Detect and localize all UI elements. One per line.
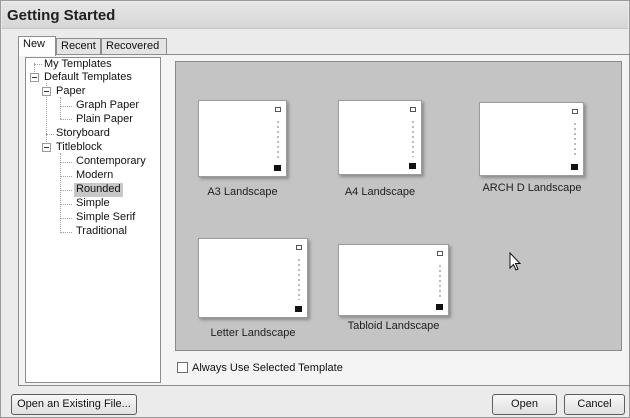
title-block-icon [409, 107, 416, 169]
tree-item-paper[interactable]: Paper [54, 85, 87, 99]
template-label: A4 Landscape [344, 186, 416, 198]
template-thumbnail-a3-landscape[interactable] [198, 100, 287, 177]
tree-item-graph-paper[interactable]: Graph Paper [74, 99, 141, 113]
tree-line [60, 106, 72, 107]
tree-item-default-templates[interactable]: Default Templates [42, 71, 134, 85]
minus-expander-icon[interactable] [42, 87, 51, 96]
tree-item-modern[interactable]: Modern [74, 169, 115, 183]
tree-item-my-templates[interactable]: My Templates [42, 58, 114, 72]
open-existing-file-button[interactable]: Open an Existing File... [11, 394, 137, 415]
template-thumbnail-a4-landscape[interactable] [338, 100, 422, 175]
tree-line [60, 204, 72, 205]
template-tree[interactable]: My Templates Default Templates Paper Gra… [25, 57, 161, 383]
tree-line [60, 232, 72, 233]
tree-item-traditional[interactable]: Traditional [74, 225, 129, 239]
tree-item-titleblock[interactable]: Titleblock [54, 141, 104, 155]
always-use-template-checkbox[interactable] [177, 362, 188, 373]
minus-expander-icon[interactable] [30, 73, 39, 82]
title-block-icon [571, 109, 578, 170]
template-label: Letter Landscape [210, 327, 296, 339]
tree-line [60, 162, 72, 163]
open-button[interactable]: Open [492, 394, 557, 415]
dialog-title: Getting Started [7, 7, 116, 24]
template-label: A3 Landscape [207, 186, 278, 198]
tree-item-rounded[interactable]: Rounded [74, 183, 123, 197]
tree-line [46, 134, 54, 135]
tree-line [60, 119, 72, 120]
minus-expander-icon[interactable] [42, 143, 51, 152]
tree-line [60, 153, 61, 233]
title-block-icon [274, 107, 281, 171]
template-label: Tabloid Landscape [347, 320, 440, 332]
tree-line [60, 176, 72, 177]
tree-item-simple[interactable]: Simple [74, 197, 112, 211]
template-thumbnail-tabloid-landscape[interactable] [338, 244, 449, 316]
always-use-template-label[interactable]: Always Use Selected Template [192, 362, 343, 374]
template-preview-area: A3 Landscape A4 Landscape ARCH D Landsca… [175, 61, 622, 351]
cancel-button[interactable]: Cancel [564, 394, 625, 415]
tree-line [60, 190, 72, 191]
template-thumbnail-letter-landscape[interactable] [198, 238, 308, 318]
tree-line [34, 64, 42, 65]
getting-started-dialog: Getting Started New Recent Recovered My … [0, 0, 630, 418]
tree-item-contemporary[interactable]: Contemporary [74, 155, 148, 169]
tree-item-storyboard[interactable]: Storyboard [54, 127, 112, 141]
tab-recovered[interactable]: Recovered [101, 38, 167, 55]
title-block-icon [436, 251, 443, 310]
tree-item-plain-paper[interactable]: Plain Paper [74, 113, 135, 127]
title-block-icon [295, 245, 302, 312]
tab-recent[interactable]: Recent [56, 38, 101, 55]
template-thumbnail-arch-d-landscape[interactable] [479, 102, 584, 176]
tree-line [60, 218, 72, 219]
title-bar: Getting Started [2, 2, 628, 29]
tree-line [60, 97, 61, 119]
mouse-pointer-icon [509, 252, 522, 271]
tab-new[interactable]: New [18, 36, 56, 56]
template-label: ARCH D Landscape [482, 182, 582, 194]
tree-item-simple-serif[interactable]: Simple Serif [74, 211, 137, 225]
